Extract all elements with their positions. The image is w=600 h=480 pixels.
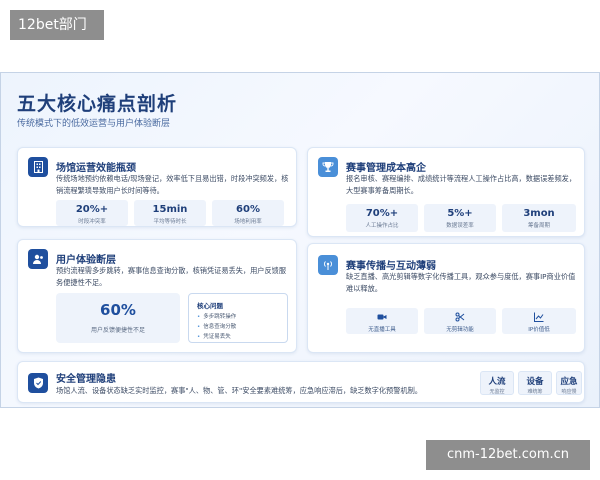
card-broadcast-desc: 缺乏直播、高光剪辑等数字化传播工具，观众参与度低，赛事IP商业价值难以释放。 [346, 272, 576, 293]
video-icon [377, 314, 387, 320]
stat-label: 数据误差率 [446, 223, 474, 229]
user-big-stat: 60% 用户反馈便捷性不足 [56, 293, 180, 343]
core-issues-title: 核心问题 [197, 302, 223, 310]
stat-label: 筹备周期 [527, 223, 550, 229]
shield-icon [28, 373, 48, 393]
feature-no-clip: 无剪辑功能 [424, 308, 496, 334]
venue-stat-conflict: 20%+ 时段冲突率 [56, 200, 128, 226]
venue-stat-wait: 15min 平均等待时长 [134, 200, 206, 226]
core-issues-list: 多步跳转操作 信息查询分散 凭证易丢失 [197, 312, 236, 342]
stat-label: 人工操作占比 [365, 223, 399, 229]
watermark-top: 12bet部门 [10, 10, 104, 40]
big-stat-label: 用户反馈便捷性不足 [90, 327, 145, 334]
core-issues-box: 核心问题 多步跳转操作 信息查询分散 凭证易丢失 [188, 293, 288, 343]
feature-low-ip: IP价值低 [502, 308, 576, 334]
tag-label: 响应慢 [561, 389, 577, 395]
event-stat-cycle: 3mon 筹备周期 [502, 204, 576, 232]
card-security-desc: 场馆人流、设备状态缺乏实时监控，赛事"人、物、管、环"安全要素难统筹，应急响应滞… [56, 386, 422, 395]
card-user-experience: 用户体验断层 预约流程需多步跳转，赛事信息查询分散，核销凭证易丢失，用户反馈服务… [17, 239, 297, 353]
tag-value: 人流 [488, 377, 506, 387]
feature-label: 无剪辑功能 [446, 327, 474, 333]
event-stat-manual: 70%+ 人工操作占比 [346, 204, 418, 232]
card-event-title: 赛事管理成本高企 [346, 163, 426, 174]
trophy-icon [318, 157, 338, 177]
slide-subtitle: 传统模式下的低效运营与用户体验断层 [17, 119, 171, 129]
card-broadcast: 赛事传播与互动薄弱 缺乏直播、高光剪辑等数字化传播工具，观众参与度低，赛事IP商… [307, 243, 585, 353]
page: 12bet部门 五大核心痛点剖析 传统模式下的低效运营与用户体验断层 场馆运营效… [0, 0, 600, 480]
tag-label: 难统筹 [527, 389, 543, 395]
card-event-cost: 赛事管理成本高企 报名审核、赛程编排、成绩统计等流程人工操作占比高，数据误差频发… [307, 147, 585, 237]
card-security-title: 安全管理隐患 [56, 374, 116, 385]
user-icon [28, 249, 48, 269]
security-tag-emergency: 应急 响应慢 [556, 371, 582, 395]
stat-value: 20%+ [75, 204, 109, 215]
tag-value: 应急 [560, 377, 578, 387]
chart-icon [534, 312, 544, 322]
stat-label: 场地利用率 [234, 219, 262, 225]
tag-value: 设备 [526, 377, 544, 387]
stat-value: 60% [236, 204, 260, 215]
stat-value: 3mon [523, 208, 555, 219]
stat-value: 70%+ [365, 208, 399, 219]
venue-stat-utilization: 60% 场地利用率 [212, 200, 284, 226]
signal-icon [318, 255, 338, 275]
watermark-bottom: cnm-12bet.com.cn [426, 440, 590, 470]
card-user-title: 用户体验断层 [56, 255, 116, 266]
stat-value: 5%+ [447, 208, 473, 219]
feature-label: 无直播工具 [368, 327, 396, 333]
stat-label: 时段冲突率 [78, 219, 106, 225]
list-item: 信息查询分散 [197, 322, 236, 332]
card-security: 安全管理隐患 场馆人流、设备状态缺乏实时监控，赛事"人、物、管、环"安全要素难统… [17, 361, 585, 403]
event-stat-error: 5%+ 数据误差率 [424, 204, 496, 232]
big-stat-value: 60% [100, 301, 136, 319]
feature-label: IP价值低 [528, 327, 550, 333]
feature-no-live: 无直播工具 [346, 308, 418, 334]
building-icon [28, 157, 48, 177]
card-broadcast-title: 赛事传播与互动薄弱 [346, 261, 436, 272]
list-item: 多步跳转操作 [197, 312, 236, 322]
slide-title: 五大核心痛点剖析 [17, 93, 178, 115]
tag-label: 无监控 [489, 389, 505, 395]
scissors-icon [455, 312, 465, 322]
stat-label: 平均等待时长 [153, 219, 187, 225]
security-tag-equipment: 设备 难统筹 [518, 371, 552, 395]
card-event-desc: 报名审核、赛程编排、成绩统计等流程人工操作占比高，数据误差频发，大型赛事筹备周期… [346, 174, 577, 195]
card-venue-title: 场馆运营效能瓶颈 [56, 163, 136, 174]
card-venue-efficiency: 场馆运营效能瓶颈 传统场地预约依赖电话/现场登记，效率低下且易出错，时段冲突频发… [17, 147, 297, 227]
card-venue-desc: 传统场地预约依赖电话/现场登记，效率低下且易出错，时段冲突频发，核销流程繁琐导致… [56, 174, 289, 195]
slide: 五大核心痛点剖析 传统模式下的低效运营与用户体验断层 场馆运营效能瓶颈 传统场地… [0, 72, 600, 408]
list-item: 凭证易丢失 [197, 332, 236, 342]
security-tag-crowd: 人流 无监控 [480, 371, 514, 395]
stat-value: 15min [152, 204, 188, 215]
card-user-desc: 预约流程需多步跳转，赛事信息查询分散，核销凭证易丢失，用户反馈服务便捷性不足。 [56, 266, 287, 287]
